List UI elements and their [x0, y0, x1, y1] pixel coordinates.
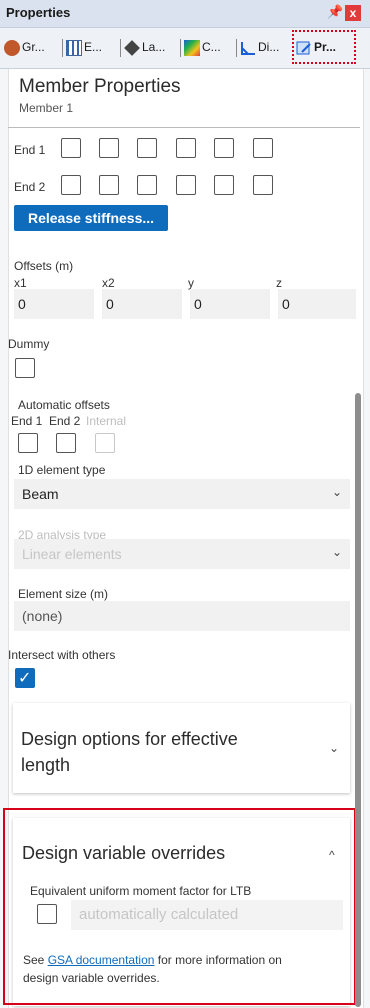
end2-release-checkbox[interactable] [214, 175, 234, 195]
auto-offset-end1-checkbox[interactable] [18, 433, 38, 453]
end1-release-checkbox[interactable] [176, 138, 196, 158]
chevron-down-icon: ⌄ [329, 741, 340, 755]
diagram-icon [240, 40, 256, 56]
vertical-scrollbar[interactable] [355, 393, 361, 1007]
header-divider [8, 127, 360, 128]
auto-offset-internal-checkbox [95, 433, 115, 453]
auto-offset-internal-label: Internal [86, 414, 127, 428]
end1-release-checkbox[interactable] [214, 138, 234, 158]
offset-z-input[interactable]: 0 [278, 289, 356, 319]
offset-x1-label: x1 [14, 276, 27, 290]
intersect-checkbox[interactable]: ✓ [15, 668, 35, 688]
offset-y-label: y [188, 276, 194, 290]
page-subtitle: Member 1 [19, 101, 74, 115]
auto-offset-end1-label: End 1 [11, 414, 43, 428]
tab-contours[interactable]: C... [184, 36, 221, 58]
dummy-checkbox[interactable] [15, 358, 35, 378]
element-type-value: Beam [22, 486, 59, 502]
close-icon[interactable]: x [345, 5, 361, 21]
tab-elements[interactable]: E... [66, 36, 102, 58]
tab-separator [62, 39, 63, 57]
end1-release-checkbox[interactable] [253, 138, 273, 158]
end2-release-checkbox[interactable] [176, 175, 196, 195]
end1-release-checkbox[interactable] [137, 138, 157, 158]
grid-icon [66, 39, 82, 56]
element-type-select[interactable]: Beam [14, 479, 350, 509]
tab-graphic[interactable]: Gr... [4, 36, 45, 58]
tab-separator [180, 39, 181, 57]
auto-offset-end2-checkbox[interactable] [56, 433, 76, 453]
end2-release-checkbox[interactable] [137, 175, 157, 195]
window-title: Properties [6, 5, 71, 20]
intersect-label: Intersect with others [8, 648, 116, 662]
auto-offset-end2-label: End 2 [49, 414, 81, 428]
end1-label: End 1 [14, 143, 46, 157]
element-size-input[interactable]: (none) [14, 601, 350, 631]
chevron-down-icon: ⌄ [332, 485, 343, 499]
end2-release-checkbox[interactable] [61, 175, 81, 195]
checkmark-icon: ✓ [18, 670, 32, 687]
design-options-accordion[interactable]: Design options for effective length ⌄ [13, 703, 350, 793]
automatic-offsets-label: Automatic offsets [18, 398, 110, 412]
tag-icon [124, 39, 140, 56]
element-size-label: Element size (m) [18, 587, 109, 601]
end2-label: End 2 [14, 180, 46, 194]
end2-release-checkbox[interactable] [253, 175, 273, 195]
analysis-type-value: Linear elements [22, 546, 122, 562]
dummy-label: Dummy [8, 337, 50, 351]
tab-diagrams[interactable]: Di... [240, 36, 279, 58]
end1-release-checkbox[interactable] [99, 138, 119, 158]
tab-separator [120, 39, 121, 57]
active-tab-highlight [292, 30, 356, 64]
chevron-down-icon: ⌄ [332, 545, 343, 559]
element-type-label: 1D element type [18, 463, 106, 477]
end2-release-checkbox[interactable] [99, 175, 119, 195]
offset-x2-label: x2 [102, 276, 115, 290]
palette-icon [184, 39, 200, 56]
design-options-title: length [21, 755, 71, 775]
offsets-label: Offsets (m) [14, 259, 74, 273]
design-options-title: Design options for effective [21, 729, 238, 749]
offset-y-input[interactable]: 0 [190, 289, 270, 319]
gear-icon [4, 39, 20, 56]
highlight-box [3, 808, 356, 1005]
pin-icon[interactable]: 📌 [327, 4, 343, 20]
end1-release-checkbox[interactable] [61, 138, 81, 158]
element-size-value: (none) [22, 608, 63, 624]
tab-labels[interactable]: La... [124, 36, 165, 58]
offset-z-label: z [276, 276, 282, 290]
window-titlebar: Properties 📌 x [0, 0, 370, 28]
release-stiffness-button[interactable]: Release stiffness... [14, 205, 168, 231]
offset-x1-input[interactable]: 0 [14, 289, 94, 319]
analysis-type-select: Linear elements [14, 539, 350, 569]
page-title: Member Properties [19, 76, 181, 97]
offset-x2-input[interactable]: 0 [102, 289, 182, 319]
tab-separator [236, 39, 237, 57]
